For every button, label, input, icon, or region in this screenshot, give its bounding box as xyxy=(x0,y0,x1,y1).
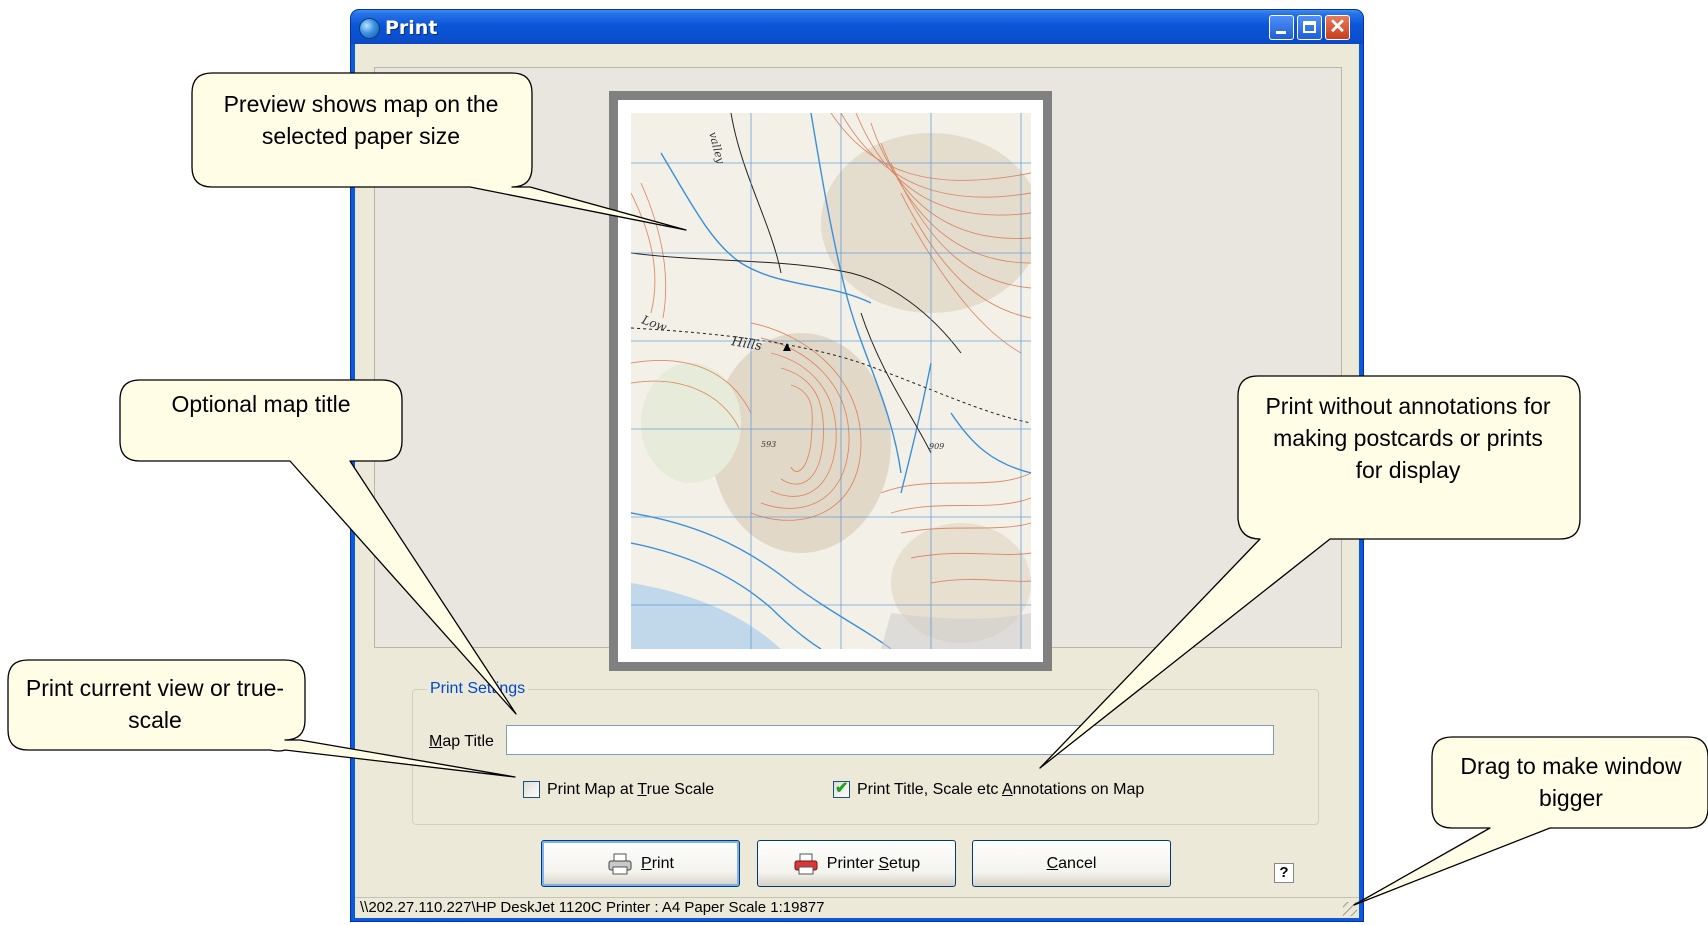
callout-map-title-text: Optional map title xyxy=(171,391,351,417)
callout-resize-text: Drag to make window bigger xyxy=(1460,753,1682,811)
callout-true-scale-text: Print current view or true-scale xyxy=(25,675,285,733)
callout-annotations-text: Print without annotations for making pos… xyxy=(1265,393,1551,483)
callout-preview-text: Preview shows map on the selected paper … xyxy=(223,91,499,149)
